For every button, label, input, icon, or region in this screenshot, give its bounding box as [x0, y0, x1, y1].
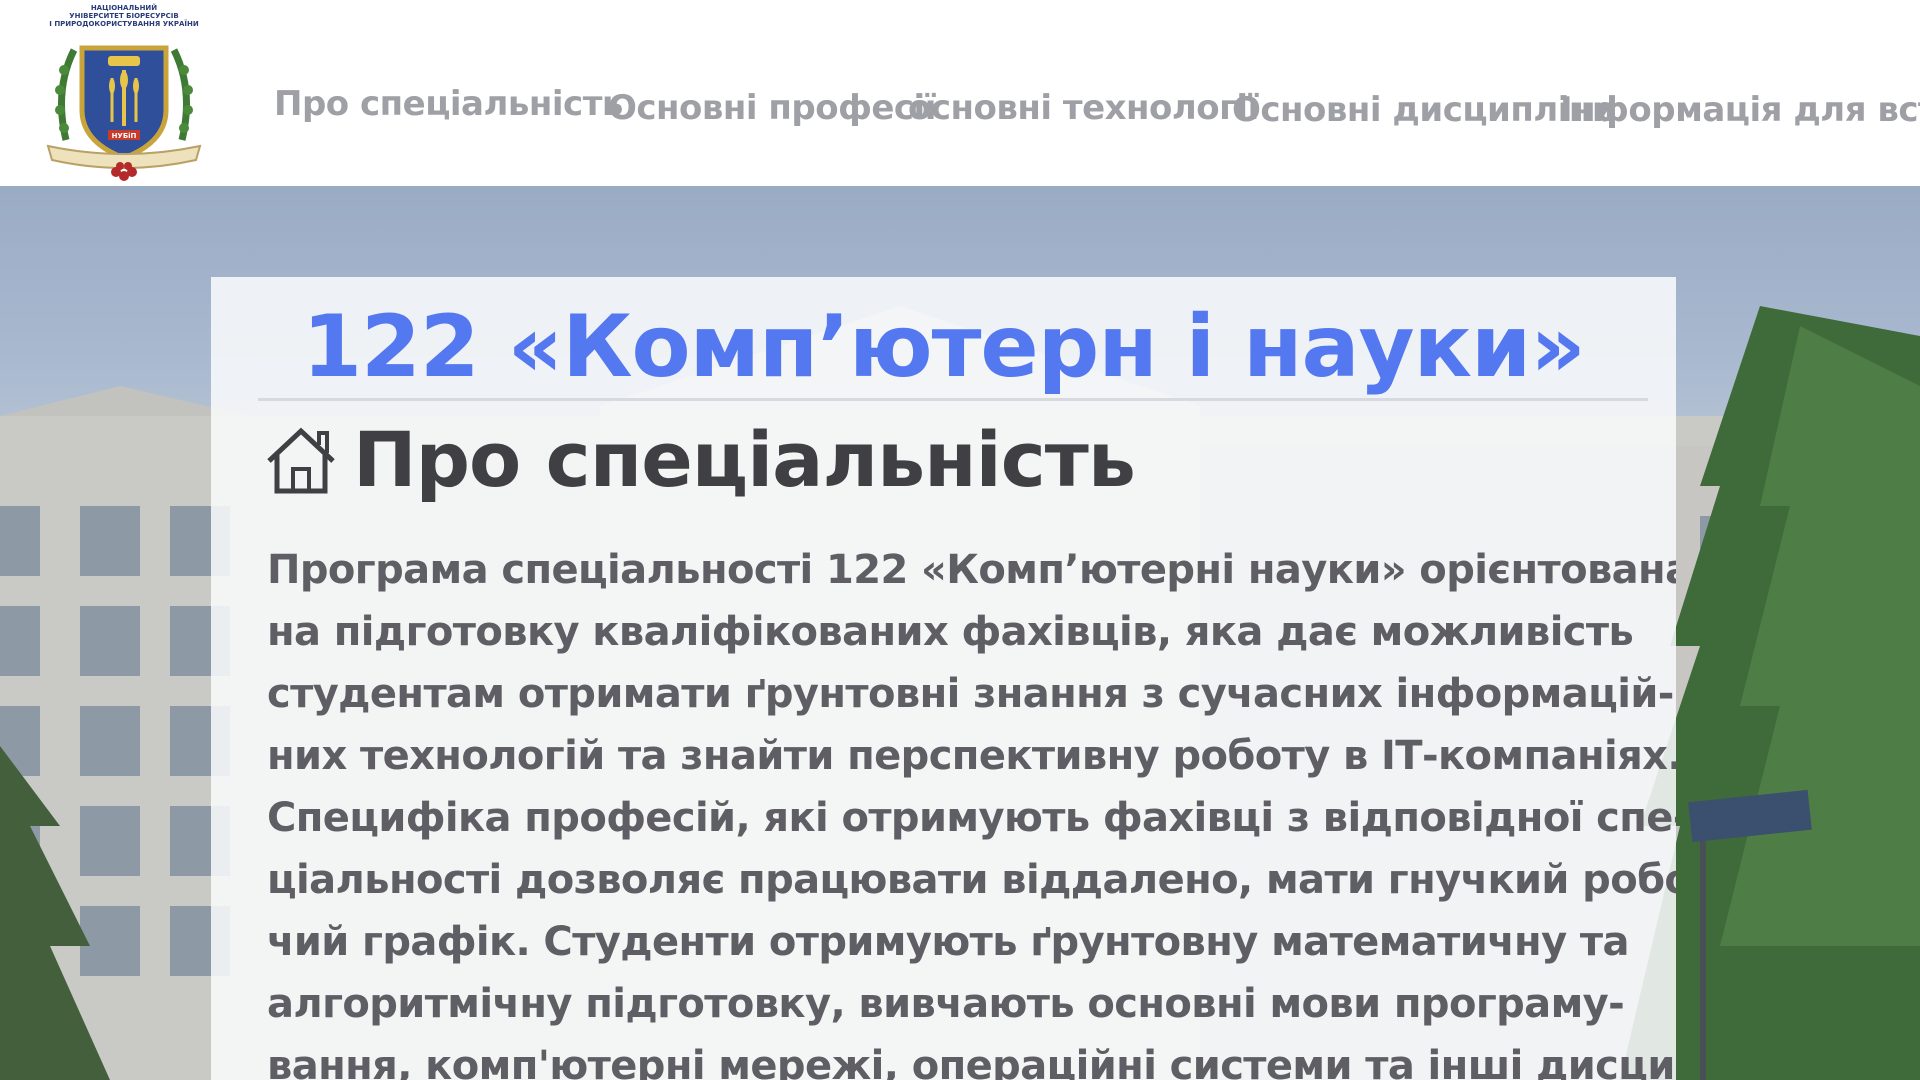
section-title: Про спеціальність: [353, 415, 1136, 504]
description-line: них технологій та знайти перспективну ро…: [267, 733, 1676, 779]
title-divider: [258, 398, 1648, 401]
home-icon: [267, 427, 335, 494]
site-header: НАЦІОНАЛЬНИЙ УНІВЕРСИТЕТ БІОРЕСУРСІВ І П…: [0, 0, 1920, 186]
description-line: студентам отримати ґрунтовні знання з су…: [267, 671, 1674, 717]
content-panel: 122 «Комп’ютерн і науки» Про спеціальніс…: [211, 277, 1676, 1080]
description-line: чий графік. Студенти отримують ґрунтовну…: [267, 919, 1629, 965]
description-line: на підготовку кваліфікованих фахівців, я…: [267, 609, 1634, 655]
specialty-description: Програма спеціальності 122 «Комп’ютерні …: [267, 539, 1676, 1080]
specialty-title: 122 «Комп’ютерн і науки»: [302, 297, 1586, 397]
nav-item-main-technologies[interactable]: основні технології: [908, 88, 1259, 128]
nav-item-main-disciplines[interactable]: Основні дисципліни: [1232, 90, 1616, 130]
description-line: ціальності дозволяє працювати віддалено,…: [267, 857, 1676, 903]
description-line: Специфіка професій, які отримують фахівц…: [267, 795, 1676, 841]
description-line: вання, комп'ютерні мережі, операційні си…: [267, 1043, 1676, 1080]
main-navigation: Про спеціальність Основні професії основ…: [0, 0, 1920, 186]
description-line: алгоритмічну підготовку, вивчають основн…: [267, 981, 1625, 1027]
nav-item-admission-info[interactable]: Інформація для вступу: [1560, 90, 1920, 130]
description-line: Програма спеціальності 122 «Комп’ютерні …: [267, 547, 1676, 593]
nav-item-about-specialty[interactable]: Про спеціальність: [274, 84, 623, 124]
nav-item-main-professions[interactable]: Основні професії: [608, 88, 936, 128]
